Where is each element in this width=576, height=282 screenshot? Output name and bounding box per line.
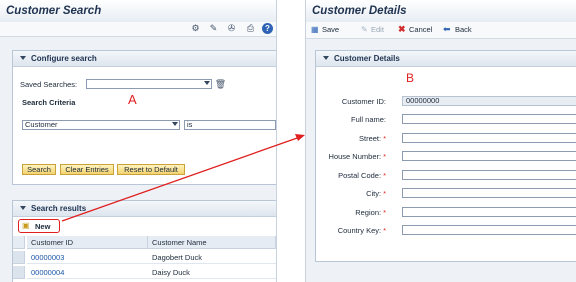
- page-title-customer-search: Customer Search: [0, 0, 276, 23]
- search-toolbar: ⚙ ✎ ✇ ⎙ ?: [0, 22, 276, 37]
- saved-searches-dropdown[interactable]: [86, 79, 212, 89]
- customer-search-pane: Customer Search ⚙ ✎ ✇ ⎙ ? Configure sear…: [0, 0, 277, 282]
- cancel-x-icon: ✖: [398, 24, 406, 34]
- required-asterisk: *: [383, 134, 386, 143]
- cancel-button[interactable]: Cancel: [409, 25, 432, 34]
- page-title-customer-details: Customer Details: [306, 0, 576, 23]
- collapse-triangle-icon: [323, 56, 329, 60]
- saved-searches-label: Saved Searches:: [20, 80, 78, 89]
- field-label-text: Customer ID:: [341, 97, 386, 106]
- annotation-arrow-head: [295, 134, 305, 141]
- row-selector[interactable]: [13, 251, 25, 264]
- input-field[interactable]: [402, 188, 576, 198]
- new-button-label: New: [35, 222, 51, 231]
- annotation-marker-a: A: [128, 92, 137, 107]
- reset-to-default-button[interactable]: Reset to Default: [117, 164, 185, 175]
- customer-id-link[interactable]: 00000003: [27, 251, 148, 264]
- configure-search-header[interactable]: Configure search: [13, 51, 276, 67]
- customer-name-cell: Daisy Duck: [148, 266, 276, 279]
- required-asterisk: *: [383, 208, 386, 217]
- save-button[interactable]: Save: [322, 25, 339, 34]
- field-label-text: Full name:: [350, 115, 386, 124]
- field-label: City: *: [306, 189, 386, 198]
- search-button[interactable]: Search: [22, 164, 56, 175]
- criterion-field-dropdown[interactable]: Customer: [22, 120, 180, 130]
- field-label-text: Postal Code:: [338, 171, 382, 180]
- required-asterisk: *: [383, 226, 386, 235]
- new-document-icon: ▣: [22, 221, 30, 230]
- field-label-text: House Number:: [328, 152, 382, 161]
- input-field[interactable]: [402, 225, 576, 235]
- customer-id-link[interactable]: 00000004: [27, 266, 148, 279]
- customer-details-pane: Customer Details ▦ Save ✎ Edit ✖ Cancel …: [305, 0, 576, 282]
- collapse-triangle-icon: [20, 56, 26, 60]
- edit-pencil-icon: ✎: [361, 25, 368, 34]
- field-label: Country Key: *: [306, 226, 386, 235]
- field-label: Region: *: [306, 208, 386, 217]
- customer-details-header[interactable]: Customer Details: [316, 51, 576, 67]
- chevron-down-icon: [204, 81, 210, 85]
- delete-trash-icon[interactable]: 🗑: [215, 79, 226, 90]
- edit-button[interactable]: Edit: [371, 25, 384, 34]
- collapse-triangle-icon: [20, 206, 26, 210]
- print-icon[interactable]: ⎙: [245, 23, 256, 34]
- annotation-marker-b: B: [406, 71, 415, 85]
- required-asterisk: *: [383, 171, 386, 180]
- search-criteria-label: Search Criteria: [22, 98, 76, 107]
- customer-id-readonly-field: 00000000: [402, 96, 576, 106]
- row-selector[interactable]: [13, 266, 25, 279]
- column-header-customer-name[interactable]: Customer Name: [148, 236, 276, 249]
- settings-icon[interactable]: ✇: [226, 23, 237, 34]
- required-asterisk: *: [383, 152, 386, 161]
- field-label-text: Region:: [355, 208, 382, 217]
- help-icon[interactable]: ?: [262, 23, 273, 34]
- chevron-down-icon: [172, 122, 178, 126]
- wrench-icon[interactable]: ✎: [208, 23, 219, 34]
- clear-entries-button[interactable]: Clear Entries: [60, 164, 114, 175]
- save-icon: ▦: [311, 25, 319, 34]
- personalize-icon[interactable]: ⚙: [190, 23, 201, 34]
- back-arrow-icon: ⬅: [443, 24, 451, 34]
- column-header-customer-id[interactable]: Customer ID: [27, 236, 148, 249]
- input-field[interactable]: [402, 207, 576, 217]
- field-label: Full name:: [306, 115, 386, 124]
- required-asterisk: *: [383, 189, 386, 198]
- field-label: Customer ID:: [306, 97, 386, 106]
- criterion-operator-dropdown[interactable]: is: [184, 120, 276, 130]
- field-label-text: Street:: [358, 134, 382, 143]
- input-field[interactable]: [402, 170, 576, 180]
- details-toolbar: ▦ Save ✎ Edit ✖ Cancel ⬅ Back: [306, 22, 576, 39]
- input-field[interactable]: [402, 133, 576, 143]
- field-label-text: Country Key:: [337, 226, 382, 235]
- field-label-text: City:: [366, 189, 382, 198]
- new-button[interactable]: ▣ New: [18, 219, 60, 233]
- back-button[interactable]: Back: [455, 25, 472, 34]
- customer-name-cell: Dagobert Duck: [148, 251, 276, 264]
- field-label: House Number: *: [306, 152, 386, 161]
- search-results-header[interactable]: Search results: [13, 201, 276, 217]
- field-label: Postal Code: *: [306, 171, 386, 180]
- input-field[interactable]: [402, 114, 576, 124]
- input-field[interactable]: [402, 151, 576, 161]
- select-all-cell[interactable]: [13, 236, 25, 249]
- field-label: Street: *: [306, 134, 386, 143]
